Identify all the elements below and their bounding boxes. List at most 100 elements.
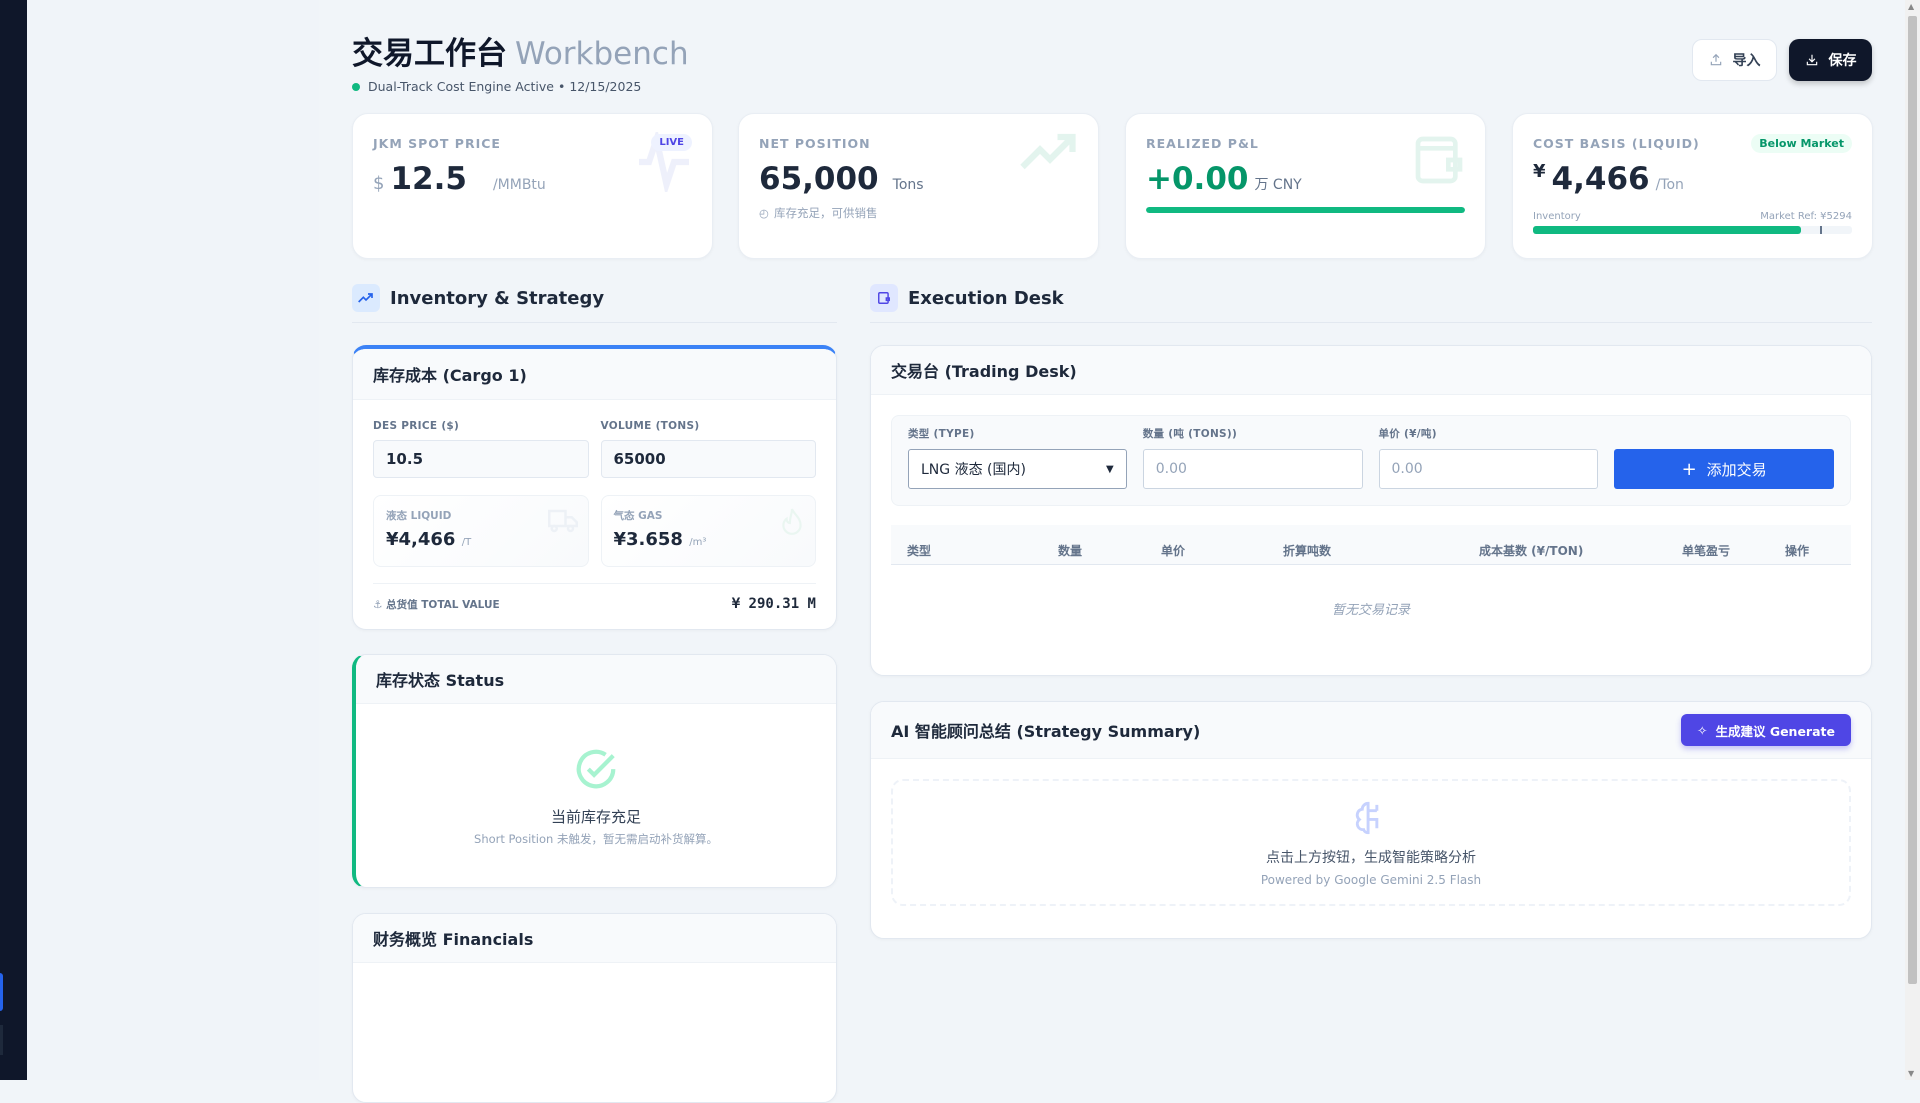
liquid-value: ¥4,466	[386, 529, 456, 550]
kpi-value: 65,000	[759, 161, 879, 197]
des-price-input[interactable]: 10.5	[373, 440, 589, 478]
kpi-spot-price: LIVE JKM SPOT PRICE $12.5/MMBtu	[352, 113, 713, 259]
empty-state: 暂无交易记录	[1331, 603, 1410, 618]
trending-up-icon	[1020, 133, 1076, 170]
inventory-bar-fill	[1533, 226, 1801, 234]
kpi-value: 4,466	[1551, 161, 1650, 197]
kpi-unit: Tons	[892, 177, 924, 193]
gas-label: 气态 GAS	[613, 510, 663, 522]
card-title: AI 智能顾问总结 (Strategy Summary)	[891, 722, 1201, 741]
check-circle-icon	[576, 749, 616, 789]
sidebar	[0, 0, 27, 1080]
volume-input[interactable]: 65000	[600, 440, 816, 478]
brain-icon	[1355, 801, 1379, 835]
financials-card: 财务概览 Financials	[352, 913, 837, 1103]
scroll-up-icon[interactable]: ▲	[1908, 2, 1914, 11]
status-headline: 当前库存充足	[550, 808, 641, 826]
side-panel	[27, 0, 319, 1080]
card-title: 交易台 (Trading Desk)	[871, 346, 1871, 395]
date: 12/15/2025	[569, 79, 642, 94]
section-execution-desk: Execution Desk	[870, 284, 1872, 323]
type-label: 类型 (TYPE)	[908, 428, 975, 440]
sidebar-item[interactable]	[0, 1025, 3, 1055]
title-en: Workbench	[515, 36, 689, 72]
page-header: 交易工作台 Workbench Dual-Track Cost Engine Ac…	[352, 28, 689, 94]
currency: $	[373, 173, 385, 194]
ai-prompt: 点击上方按钮，生成智能策略分析	[1266, 850, 1476, 866]
section-title: Inventory & Strategy	[390, 287, 605, 309]
price-label: 单价 (¥/吨)	[1378, 428, 1437, 440]
anchor-icon: ⚓	[373, 598, 383, 611]
wallet-icon	[870, 284, 898, 312]
kpi-unit: /Ton	[1655, 177, 1684, 193]
chevron-down-icon: ▼	[1106, 463, 1114, 475]
liquid-unit: /T	[461, 537, 472, 548]
inventory-bar	[1533, 226, 1852, 234]
column-header: 成本基数 (¥/TON)	[1479, 544, 1584, 558]
cargo-card: 库存成本 (Cargo 1) DES PRICE ($) 10.5 VOLUME …	[352, 345, 837, 630]
upload-icon	[1710, 53, 1721, 66]
import-button[interactable]: 导入	[1692, 39, 1777, 81]
currency: ¥	[1533, 161, 1546, 182]
price-input[interactable]: 0.00	[1378, 449, 1599, 489]
kpi-cost-basis: Below Market COST BASIS (LIQUID) ¥4,466/…	[1512, 113, 1873, 259]
live-badge: LIVE	[651, 134, 692, 151]
truck-icon	[547, 509, 578, 533]
qty-input[interactable]: 0.00	[1142, 449, 1363, 489]
status-line: Dual-Track Cost Engine Active • 12/15/20…	[352, 79, 689, 94]
scrollbar-thumb[interactable]	[1908, 16, 1917, 984]
save-button[interactable]: 保存	[1789, 39, 1872, 81]
gas-unit: /m³	[689, 537, 707, 548]
column-header: 类型	[907, 544, 932, 558]
title-zh: 交易工作台	[352, 36, 507, 72]
card-title: 库存成本 (Cargo 1)	[353, 349, 836, 400]
powered-by: Powered by Google Gemini 2.5 Flash	[1260, 873, 1482, 887]
trading-desk-card: 交易台 (Trading Desk) 类型 (TYPE) LNG 液态 (国内)…	[870, 345, 1872, 676]
sidebar-active-item[interactable]	[0, 973, 3, 1011]
gas-value: ¥3.658	[613, 529, 683, 550]
inventory-status-card: 库存状态 Status 当前库存充足 Short Position 未触发，暂无…	[352, 654, 837, 888]
kpi-unit: 万 CNY	[1254, 177, 1302, 193]
download-icon	[1806, 54, 1817, 66]
total-value: ¥ 290.31 M	[731, 596, 816, 612]
separator: •	[557, 79, 566, 94]
section-inventory-strategy: Inventory & Strategy	[352, 284, 837, 323]
column-header: 折算吨数	[1283, 544, 1332, 558]
add-trade-button[interactable]: + 添加交易	[1614, 449, 1834, 489]
scrollbar[interactable]: ▲ ▼	[1905, 0, 1920, 1080]
scroll-down-icon[interactable]: ▼	[1908, 1069, 1914, 1078]
kpi-realized-pnl: REALIZED P&L +0.00 万 CNY	[1125, 113, 1486, 259]
type-select[interactable]: LNG 液态 (国内) ▼	[908, 449, 1127, 489]
save-label: 保存	[1828, 53, 1857, 69]
check-circle-icon: ◴	[759, 206, 770, 220]
page-title: 交易工作台 Workbench	[352, 28, 689, 73]
column-header: 单笔盈亏	[1682, 544, 1731, 558]
kpi-net-position: NET POSITION 65,000 Tons ◴ 库存充足，可供销售	[738, 113, 1099, 259]
market-ref: Market Ref: ¥5294	[1760, 211, 1852, 222]
type-value: LNG 液态 (国内)	[921, 462, 1026, 478]
column-header: 操作	[1785, 544, 1810, 558]
column-header: 数量	[1058, 544, 1083, 558]
kpi-note: 库存充足，可供销售	[774, 206, 878, 220]
card-title: 财务概览 Financials	[353, 914, 836, 963]
status-dot-icon	[352, 82, 360, 91]
ai-summary-card: AI 智能顾问总结 (Strategy Summary) ✧ 生成建议 Gener…	[870, 701, 1872, 939]
kpi-value: +0.00	[1146, 161, 1249, 197]
column-header: 单价	[1161, 544, 1186, 558]
section-title: Execution Desk	[908, 287, 1064, 309]
pnl-bar-fill	[1146, 207, 1465, 213]
flame-icon	[782, 508, 802, 535]
bar-label: Inventory	[1533, 211, 1581, 222]
total-value-label: 总货值 TOTAL VALUE	[386, 598, 500, 611]
pnl-bar	[1146, 207, 1465, 213]
trades-table-header: 类型 数量 单价 折算吨数 成本基数 (¥/TON) 单笔盈亏 操作	[891, 525, 1851, 565]
engine-status: Dual-Track Cost Engine Active	[368, 79, 554, 94]
trending-up-icon	[352, 284, 380, 312]
status-detail: Short Position 未触发，暂无需启动补货解算。	[474, 832, 718, 846]
below-market-badge: Below Market	[1751, 134, 1852, 153]
market-marker	[1820, 226, 1823, 234]
add-trade-label: 添加交易	[1706, 460, 1767, 479]
generate-button[interactable]: ✧ 生成建议 Generate	[1680, 714, 1851, 746]
volume-label: VOLUME (TONS)	[600, 420, 700, 432]
qty-label: 数量 (吨 (TONS))	[1142, 428, 1238, 440]
